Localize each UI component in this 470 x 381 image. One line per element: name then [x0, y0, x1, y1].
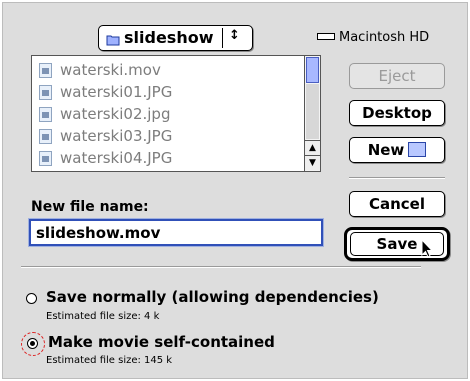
- mouse-pointer-icon: [421, 238, 435, 263]
- folder-popup[interactable]: slideshow ↕: [98, 25, 253, 51]
- scroll-down-icon[interactable]: ▼: [305, 155, 320, 170]
- save-dialog: slideshow ↕ Macintosh HD waterski.mov wa…: [2, 2, 468, 379]
- new-folder-label: New: [367, 141, 405, 159]
- desktop-button[interactable]: Desktop: [349, 100, 445, 126]
- self-contained-radio[interactable]: [27, 338, 38, 349]
- estimated-size-normal: Estimated file size: 4 k: [46, 311, 160, 322]
- file-icon: [39, 63, 52, 78]
- new-file-name-label: New file name:: [31, 199, 149, 215]
- save-normally-radio[interactable]: [26, 293, 37, 304]
- file-icon: [39, 85, 52, 100]
- new-folder-button[interactable]: New: [349, 137, 445, 163]
- file-name: waterski02.jpg: [60, 105, 171, 123]
- file-name: waterski01.JPG: [60, 83, 173, 101]
- new-folder-icon: [408, 142, 427, 157]
- file-row[interactable]: waterski.mov: [32, 60, 304, 83]
- scroll-up-icon[interactable]: ▲: [305, 140, 320, 155]
- file-icon: [39, 107, 52, 122]
- file-icon: [39, 151, 52, 166]
- estimated-size-self-contained: Estimated file size: 145 k: [46, 355, 173, 366]
- scroll-track[interactable]: [306, 84, 319, 139]
- hard-disk-icon: [317, 33, 335, 40]
- save-normally-label[interactable]: Save normally (allowing dependencies): [46, 288, 379, 306]
- popup-arrows-icon: ↕: [229, 28, 240, 43]
- eject-button[interactable]: Eject: [349, 63, 445, 89]
- file-row[interactable]: waterski03.JPG: [32, 126, 304, 149]
- divider: [349, 177, 445, 179]
- disk-label: Macintosh HD: [339, 30, 430, 45]
- file-row[interactable]: waterski04.JPG: [32, 148, 304, 171]
- divider: [21, 266, 421, 268]
- file-list[interactable]: waterski.mov waterski01.JPG waterski02.j…: [31, 55, 321, 172]
- file-icon: [39, 129, 52, 144]
- scroll-thumb[interactable]: [306, 57, 319, 83]
- file-row[interactable]: waterski01.JPG: [32, 82, 304, 105]
- self-contained-label[interactable]: Make movie self-contained: [48, 333, 275, 351]
- folder-icon: [106, 31, 120, 50]
- file-name: waterski04.JPG: [60, 149, 173, 167]
- file-name-input[interactable]: [28, 218, 324, 247]
- folder-popup-label: slideshow: [124, 28, 214, 47]
- scrollbar[interactable]: ▲ ▼: [304, 56, 320, 171]
- cancel-button[interactable]: Cancel: [349, 191, 445, 217]
- popup-divider: [222, 28, 223, 48]
- file-row[interactable]: waterski02.jpg: [32, 104, 304, 127]
- file-name: waterski.mov: [60, 61, 161, 79]
- file-name: waterski03.JPG: [60, 127, 173, 145]
- disk-indicator: Macintosh HD: [317, 30, 429, 45]
- save-button-label: Save: [376, 235, 418, 253]
